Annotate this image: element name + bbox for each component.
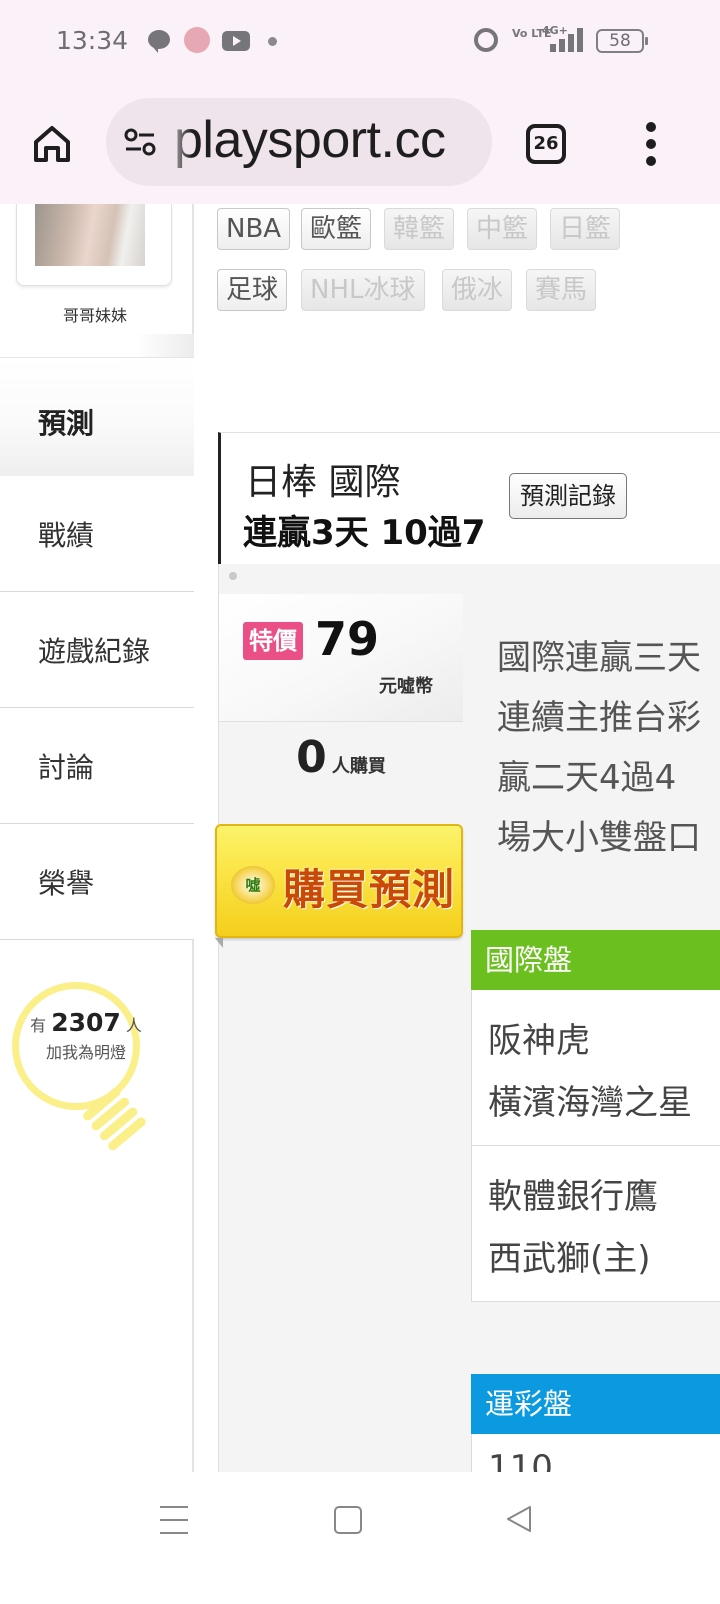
- navigation-bar: [0, 1472, 720, 1604]
- price-value: 79: [315, 612, 380, 666]
- prediction-record-button[interactable]: 預測記錄: [509, 473, 627, 519]
- match-row[interactable]: 110: [471, 1434, 720, 1474]
- fans-suffix: 人: [125, 1016, 142, 1035]
- screen: 13:34 Vo LTE 4G+ 58 playsport.cc 26 哥哥妹妹…: [0, 0, 720, 1604]
- tab-euro-basketball[interactable]: 歐籃: [301, 208, 372, 250]
- fans-count: 2307: [51, 1008, 121, 1037]
- fans-caption: 加我為明燈: [45, 1043, 126, 1062]
- address-bar[interactable]: playsport.cc: [106, 98, 492, 186]
- buy-prediction-button[interactable]: 噓 購買預測: [215, 824, 463, 938]
- tab-russia-hockey: 俄冰: [442, 269, 513, 311]
- win-streak: 連贏3天 10過7: [243, 513, 486, 553]
- sidebar-item-label: 預測: [38, 407, 95, 440]
- coin-logo-icon: 噓: [231, 866, 275, 904]
- special-price-badge: 特價: [243, 622, 303, 660]
- team-name: 西武獅(主): [488, 1239, 651, 1279]
- url-text[interactable]: playsport.cc: [174, 110, 446, 170]
- sidebar-item-honor[interactable]: 榮譽: [0, 824, 194, 940]
- sidebar-item-game-log[interactable]: 遊戲紀錄: [0, 592, 194, 708]
- site-settings-icon[interactable]: [122, 124, 158, 160]
- team-name: 橫濱海灣之星: [488, 1083, 692, 1123]
- status-time: 13:34: [56, 26, 129, 55]
- sidebar: 哥哥妹妹 預測 戰績 遊戲紀錄 討論 榮譽 有 2307 人 加我為明燈: [0, 204, 194, 1472]
- market-header: 運彩盤: [471, 1374, 720, 1434]
- tab-china-basketball: 中籃: [467, 208, 538, 250]
- match-row[interactable]: 阪神虎 橫濱海灣之星: [471, 990, 720, 1146]
- description-line: 贏二天4過4: [497, 758, 677, 798]
- status-bar: 13:34 Vo LTE 4G+ 58: [0, 0, 720, 82]
- back-icon[interactable]: [504, 1504, 534, 1534]
- home-icon[interactable]: [30, 122, 74, 166]
- signal-icon: 4G+: [542, 24, 583, 52]
- fans-prefix: 有: [30, 1016, 47, 1035]
- market-international: 國際盤 阪神虎 橫濱海灣之星 軟體銀行鷹 西武獅(主): [471, 930, 720, 1302]
- sidebar-item-label: 戰績: [38, 519, 95, 552]
- price-unit: 元噓幣: [379, 676, 433, 697]
- app-notification-icon: [184, 27, 210, 53]
- description-line: 場大小雙盤口: [497, 818, 701, 858]
- more-vert-icon[interactable]: [644, 122, 658, 166]
- network-type: 4G+: [542, 24, 568, 37]
- battery-icon: 58: [596, 29, 648, 53]
- market-header: 國際盤: [471, 930, 720, 990]
- sidebar-item-discussion[interactable]: 討論: [0, 708, 194, 824]
- tab-nhl: NHL冰球: [301, 269, 425, 311]
- sidebar-item-label: 榮譽: [38, 867, 95, 900]
- sidebar-item-record[interactable]: 戰績: [0, 476, 194, 592]
- chat-icon: [148, 30, 170, 53]
- buyers: 0 人購買: [219, 732, 463, 783]
- avatar[interactable]: [16, 204, 172, 286]
- prediction-body: 特價 79 元噓幣 0 人購買 噓 購買預測 國際連贏三天 連續主推台彩 贏二天…: [215, 564, 720, 1474]
- match-row[interactable]: 軟體銀行鷹 西武獅(主): [471, 1146, 720, 1302]
- team-name: 軟體銀行鷹: [488, 1177, 658, 1217]
- home-nav-icon[interactable]: [334, 1506, 362, 1534]
- prediction-description: 國際連贏三天 連續主推台彩 贏二天4過4 場大小雙盤口: [497, 628, 720, 868]
- tab-korea-basketball: 韓籃: [384, 208, 455, 250]
- tab-nba[interactable]: NBA: [217, 208, 291, 250]
- buyers-label: 人購買: [331, 756, 386, 777]
- recent-apps-icon[interactable]: [160, 1506, 188, 1536]
- buy-prediction-label: 購買預測: [283, 865, 456, 914]
- avatar-image: [35, 204, 145, 266]
- tabs-icon[interactable]: 26: [526, 124, 566, 164]
- user-name[interactable]: 哥哥妹妹: [0, 302, 190, 326]
- alarm-icon: [474, 28, 498, 52]
- pin-icon: [229, 572, 237, 580]
- buyers-count: 0: [296, 732, 327, 783]
- market-sports-lottery: 運彩盤 110: [471, 1374, 720, 1474]
- description-line: 連續主推台彩: [497, 698, 701, 738]
- team-name: 阪神虎: [488, 1021, 590, 1061]
- tab-horse-racing: 賽馬: [526, 269, 597, 311]
- more-dot-icon: [268, 37, 277, 46]
- tab-count: 26: [533, 133, 559, 154]
- sidebar-item-label: 遊戲紀錄: [38, 635, 151, 668]
- prediction-header: 日棒 國際 連贏3天 10過7 預測記錄: [218, 432, 720, 564]
- follow-lightbulb[interactable]: 有 2307 人 加我為明燈: [12, 982, 162, 1153]
- partial-value: 110: [488, 1448, 553, 1474]
- browser-toolbar: playsport.cc 26: [0, 82, 720, 204]
- battery-level: 58: [609, 31, 631, 51]
- sidebar-item-prediction[interactable]: 預測: [0, 358, 194, 476]
- youtube-icon: [222, 31, 250, 51]
- description-line: 國際連贏三天: [497, 638, 701, 678]
- tab-japan-basketball: 日籃: [550, 208, 621, 250]
- prediction-title: 日棒 國際: [245, 462, 401, 503]
- tab-soccer[interactable]: 足球: [217, 269, 288, 311]
- sidebar-item-label: 討論: [38, 751, 95, 784]
